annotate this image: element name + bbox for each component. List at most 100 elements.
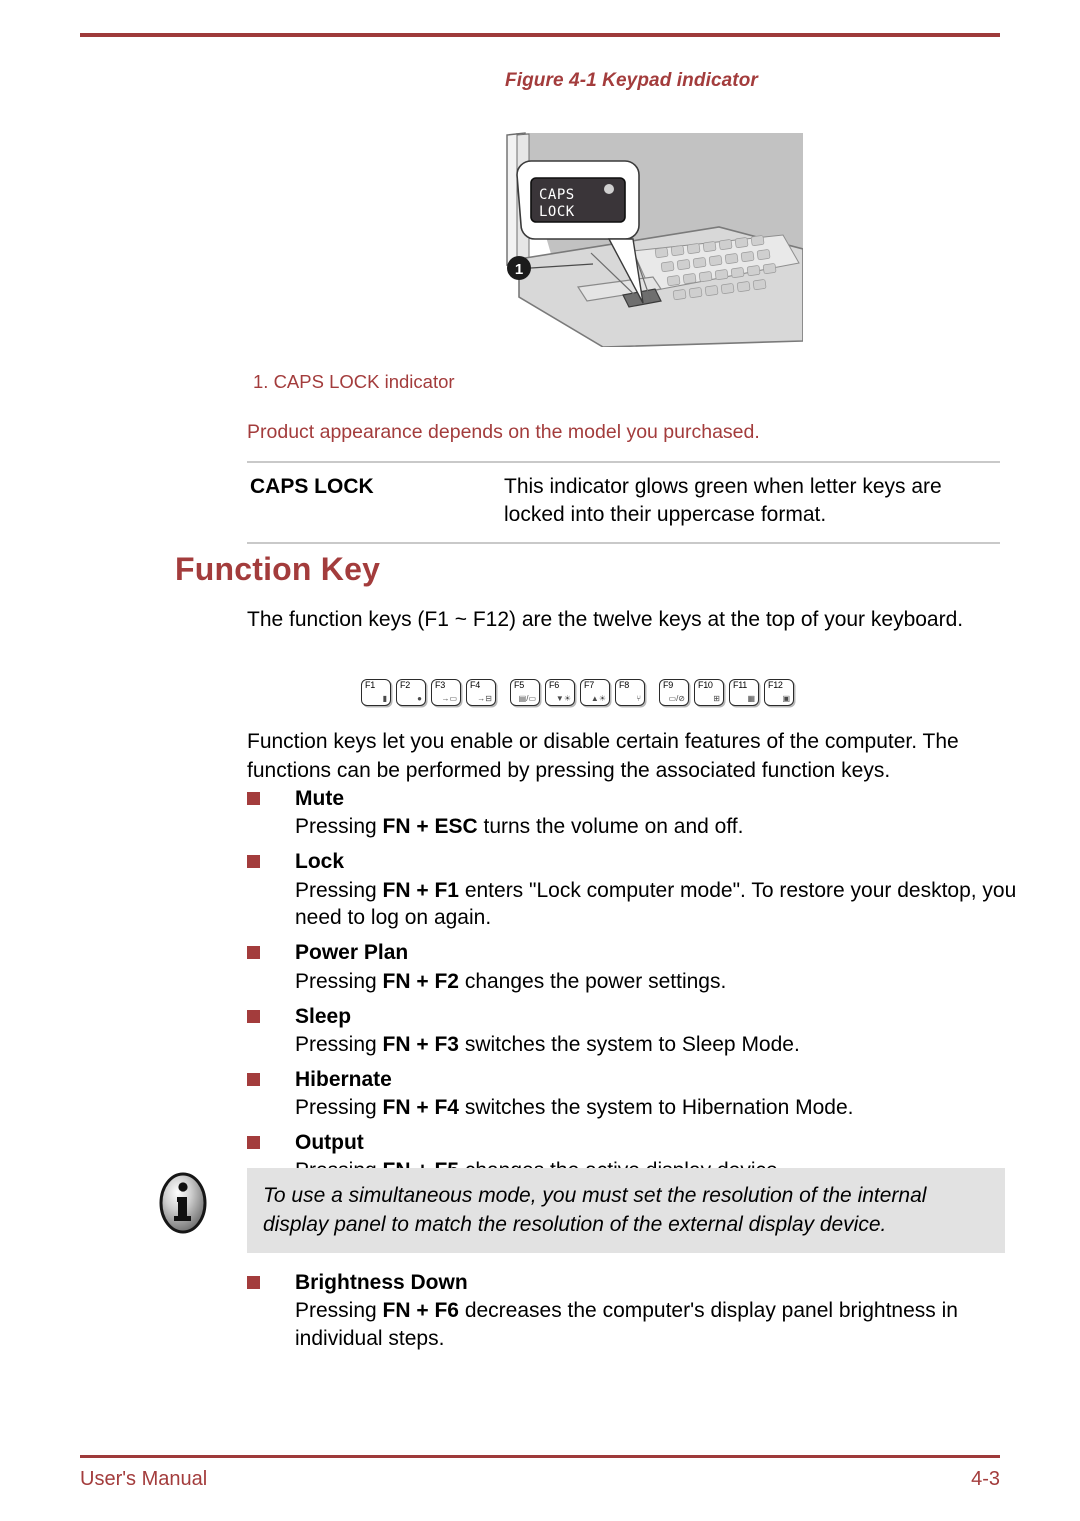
- function-key-f12[interactable]: F12 ▣: [764, 679, 794, 706]
- cursor-icon: ●: [417, 694, 422, 703]
- description-suffix: switches the system to Hibernation Mode.: [458, 1096, 854, 1120]
- list-item-title: Hibernate: [295, 1067, 392, 1091]
- list-item-title: Power Plan: [295, 941, 409, 965]
- sleep-icon: →▭: [441, 694, 457, 703]
- enable-paragraph: Function keys let you enable or disable …: [247, 730, 959, 782]
- list-item-description: Pressing FN + F2 changes the power setti…: [295, 968, 1022, 1003]
- description-prefix: Pressing: [295, 1299, 383, 1323]
- keypad-icon: ⊞: [713, 694, 720, 703]
- function-list-continued: Brightness Down Pressing FN + F6 decrease…: [247, 1269, 1022, 1360]
- list-item-description: Pressing FN + F6 decreases the computer'…: [295, 1297, 1022, 1360]
- info-icon: [157, 1172, 209, 1234]
- function-key-f8[interactable]: F8 ⑂: [615, 679, 645, 706]
- hibernate-icon: →⊟: [477, 694, 492, 703]
- footer-page-number: 4-3: [971, 1468, 1000, 1490]
- key-combo: FN + F3: [382, 1032, 459, 1056]
- table-row: CAPS LOCK This indicator glows green whe…: [247, 463, 1000, 542]
- function-key-label: F11: [733, 680, 747, 690]
- key-combo: FN + F1: [382, 878, 459, 902]
- function-key-f10[interactable]: F10 ⊞: [694, 679, 724, 706]
- function-key-f6[interactable]: F6 ▼☀: [545, 679, 575, 706]
- function-key-f5[interactable]: F5 ▤/▭: [510, 679, 540, 706]
- function-key-f1[interactable]: F1 ▮: [361, 679, 391, 706]
- scrlock-icon: ▣: [782, 694, 790, 703]
- list-item: Mute Pressing FN + ESC turns the volume o…: [247, 785, 1022, 848]
- table-rule-bottom: [247, 541, 1000, 544]
- list-item-heading: Brightness Down: [247, 1269, 1022, 1296]
- function-key-label: F2: [400, 680, 410, 690]
- description-prefix: Pressing: [295, 1096, 383, 1120]
- description-prefix: Pressing: [295, 815, 383, 839]
- list-item-description: Pressing FN + F4 switches the system to …: [295, 1094, 1022, 1129]
- svg-text:CAPS: CAPS: [539, 187, 575, 203]
- bullet-square-icon: [247, 792, 260, 805]
- description-suffix: turns the volume on and off.: [477, 815, 744, 839]
- list-item-description: Pressing FN + F3 switches the system to …: [295, 1031, 1022, 1066]
- bullet-square-icon: [247, 1072, 260, 1086]
- function-key-label: F4: [470, 680, 480, 690]
- list-item-title: Lock: [295, 850, 345, 874]
- figure-caption: Figure 4-1 Keypad indicator: [505, 70, 758, 91]
- indicator-definition-table: CAPS LOCK This indicator glows green whe…: [247, 461, 1000, 544]
- function-key-f9[interactable]: F9 ▭/⊘: [659, 679, 689, 706]
- function-key-f3[interactable]: F3 →▭: [431, 679, 461, 706]
- bullet-square-icon: [247, 1136, 260, 1150]
- function-key-label: F6: [549, 680, 559, 690]
- function-key-f4[interactable]: F4 →⊟: [466, 679, 496, 706]
- page-title: Function Key: [175, 551, 381, 587]
- footer-rule: [80, 1455, 1000, 1458]
- definition-description: This indicator glows green when letter k…: [504, 475, 942, 526]
- touchpad-icon: ▭/⊘: [668, 694, 685, 703]
- list-item: Lock Pressing FN + F1 enters "Lock comput…: [247, 848, 1022, 939]
- svg-text:LOCK: LOCK: [539, 204, 575, 220]
- function-key-label: F7: [584, 680, 594, 690]
- definition-term: CAPS LOCK: [250, 475, 374, 498]
- function-key-label: F8: [619, 680, 629, 690]
- list-item-description: Pressing FN + ESC turns the volume on an…: [295, 813, 1022, 848]
- bullet-square-icon: [247, 1009, 260, 1023]
- key-combo: FN + ESC: [382, 815, 478, 839]
- figure-note: Product appearance depends on the model …: [247, 421, 760, 443]
- info-callout: To use a simultaneous mode, you must set…: [247, 1168, 1005, 1254]
- function-key-label: F3: [435, 680, 445, 690]
- list-item: Brightness Down Pressing FN + F6 decrease…: [247, 1269, 1022, 1360]
- description-suffix: changes the power settings.: [458, 969, 727, 993]
- list-item-title: Output: [295, 1131, 364, 1155]
- header-rule: [80, 33, 1000, 37]
- list-item: Power Plan Pressing FN + F2 changes the p…: [247, 939, 1022, 1002]
- function-key-label: F9: [663, 680, 673, 690]
- document-page: Figure 4-1 Keypad indicator CAPS LOCK 1 …: [0, 0, 1080, 1521]
- list-item-heading: Power Plan: [247, 939, 1022, 966]
- function-key-label: F10: [698, 680, 713, 690]
- numlock-icon: ▦: [747, 694, 755, 703]
- list-item-heading: Sleep: [247, 1003, 1022, 1030]
- intro-paragraph: The function keys (F1 ~ F12) are the twe…: [247, 608, 964, 631]
- bullet-square-icon: [247, 1276, 260, 1289]
- list-item-heading: Output: [247, 1129, 1022, 1156]
- list-item-title: Mute: [295, 787, 344, 810]
- footer-manual-label: User's Manual: [80, 1468, 208, 1490]
- brightness-down-icon: ▼☀: [555, 694, 571, 703]
- list-item-title: Brightness Down: [295, 1271, 468, 1294]
- key-combo: FN + F6: [382, 1299, 459, 1323]
- function-key-label: F12: [768, 680, 783, 690]
- list-item: Sleep Pressing FN + F3 switches the syste…: [247, 1003, 1022, 1066]
- key-combo: FN + F2: [382, 969, 459, 993]
- function-key-f11[interactable]: F11 ▦: [729, 679, 759, 706]
- brightness-up-icon: ▲☀: [590, 694, 606, 703]
- description-prefix: Pressing: [295, 969, 383, 993]
- wireless-icon: ⑂: [636, 694, 641, 703]
- function-key-f7[interactable]: F7 ▲☀: [580, 679, 610, 706]
- keypad-indicator-illustration: CAPS LOCK 1: [483, 131, 803, 347]
- bullet-square-icon: [247, 855, 260, 869]
- lock-icon: ▮: [382, 694, 387, 703]
- description-prefix: Pressing: [295, 878, 383, 902]
- description-prefix: Pressing: [295, 1032, 383, 1056]
- list-item-heading: Hibernate: [247, 1066, 1022, 1093]
- display-output-icon: ▤/▭: [518, 694, 536, 703]
- svg-text:1: 1: [515, 261, 523, 278]
- function-key-f2[interactable]: F2 ●: [396, 679, 426, 706]
- list-item: Hibernate Pressing FN + F4 switches the s…: [247, 1066, 1022, 1129]
- list-item-heading: Lock: [247, 848, 1022, 875]
- function-list: Mute Pressing FN + ESC turns the volume o…: [247, 785, 1022, 1192]
